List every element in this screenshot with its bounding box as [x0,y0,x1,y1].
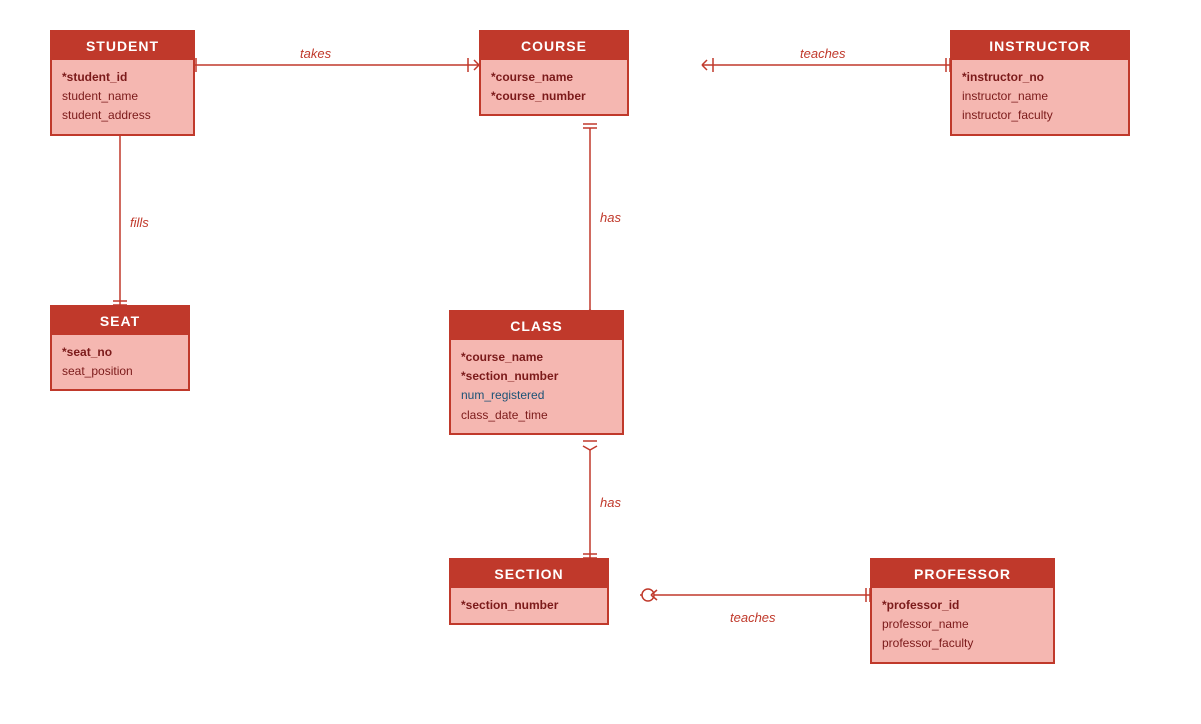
seat-attr-1: *seat_no [62,343,178,362]
diagram: takes teaches fills has has teaches STUD… [0,0,1201,724]
professor-header: PROFESSOR [872,560,1053,588]
course-attr-1: *course_name [491,68,617,87]
student-attr-1: *student_id [62,68,183,87]
teaches-professor-label: teaches [730,610,776,625]
section-body: *section_number [451,588,607,623]
section-header: SECTION [451,560,607,588]
student-attr-3: student_address [62,106,183,125]
professor-body: *professor_id professor_name professor_f… [872,588,1053,662]
course-header: COURSE [481,32,627,60]
student-entity: STUDENT *student_id student_name student… [50,30,195,136]
instructor-attr-3: instructor_faculty [962,106,1118,125]
section-entity: SECTION *section_number [449,558,609,625]
teaches-instructor-label: teaches [800,46,846,61]
course-entity: COURSE *course_name *course_number [479,30,629,116]
fills-label: fills [130,215,149,230]
class-body: *course_name *section_number num_registe… [451,340,622,433]
course-body: *course_name *course_number [481,60,627,114]
professor-entity: PROFESSOR *professor_id professor_name p… [870,558,1055,664]
takes-label: takes [300,46,331,61]
professor-attr-1: *professor_id [882,596,1043,615]
instructor-entity: INSTRUCTOR *instructor_no instructor_nam… [950,30,1130,136]
class-attr-4: class_date_time [461,406,612,425]
class-attr-1: *course_name [461,348,612,367]
instructor-attr-2: instructor_name [962,87,1118,106]
student-body: *student_id student_name student_address [52,60,193,134]
seat-body: *seat_no seat_position [52,335,188,389]
class-header: CLASS [451,312,622,340]
class-attr-2: *section_number [461,367,612,386]
has-section-label: has [600,495,621,510]
section-attr-1: *section_number [461,596,597,615]
seat-attr-2: seat_position [62,362,178,381]
class-attr-3: num_registered [461,386,612,405]
has-class-label: has [600,210,621,225]
student-header: STUDENT [52,32,193,60]
instructor-body: *instructor_no instructor_name instructo… [952,60,1128,134]
seat-header: SEAT [52,307,188,335]
student-attr-2: student_name [62,87,183,106]
instructor-header: INSTRUCTOR [952,32,1128,60]
course-attr-2: *course_number [491,87,617,106]
instructor-attr-1: *instructor_no [962,68,1118,87]
class-entity: CLASS *course_name *section_number num_r… [449,310,624,435]
professor-attr-3: professor_faculty [882,634,1043,653]
professor-attr-2: professor_name [882,615,1043,634]
seat-entity: SEAT *seat_no seat_position [50,305,190,391]
